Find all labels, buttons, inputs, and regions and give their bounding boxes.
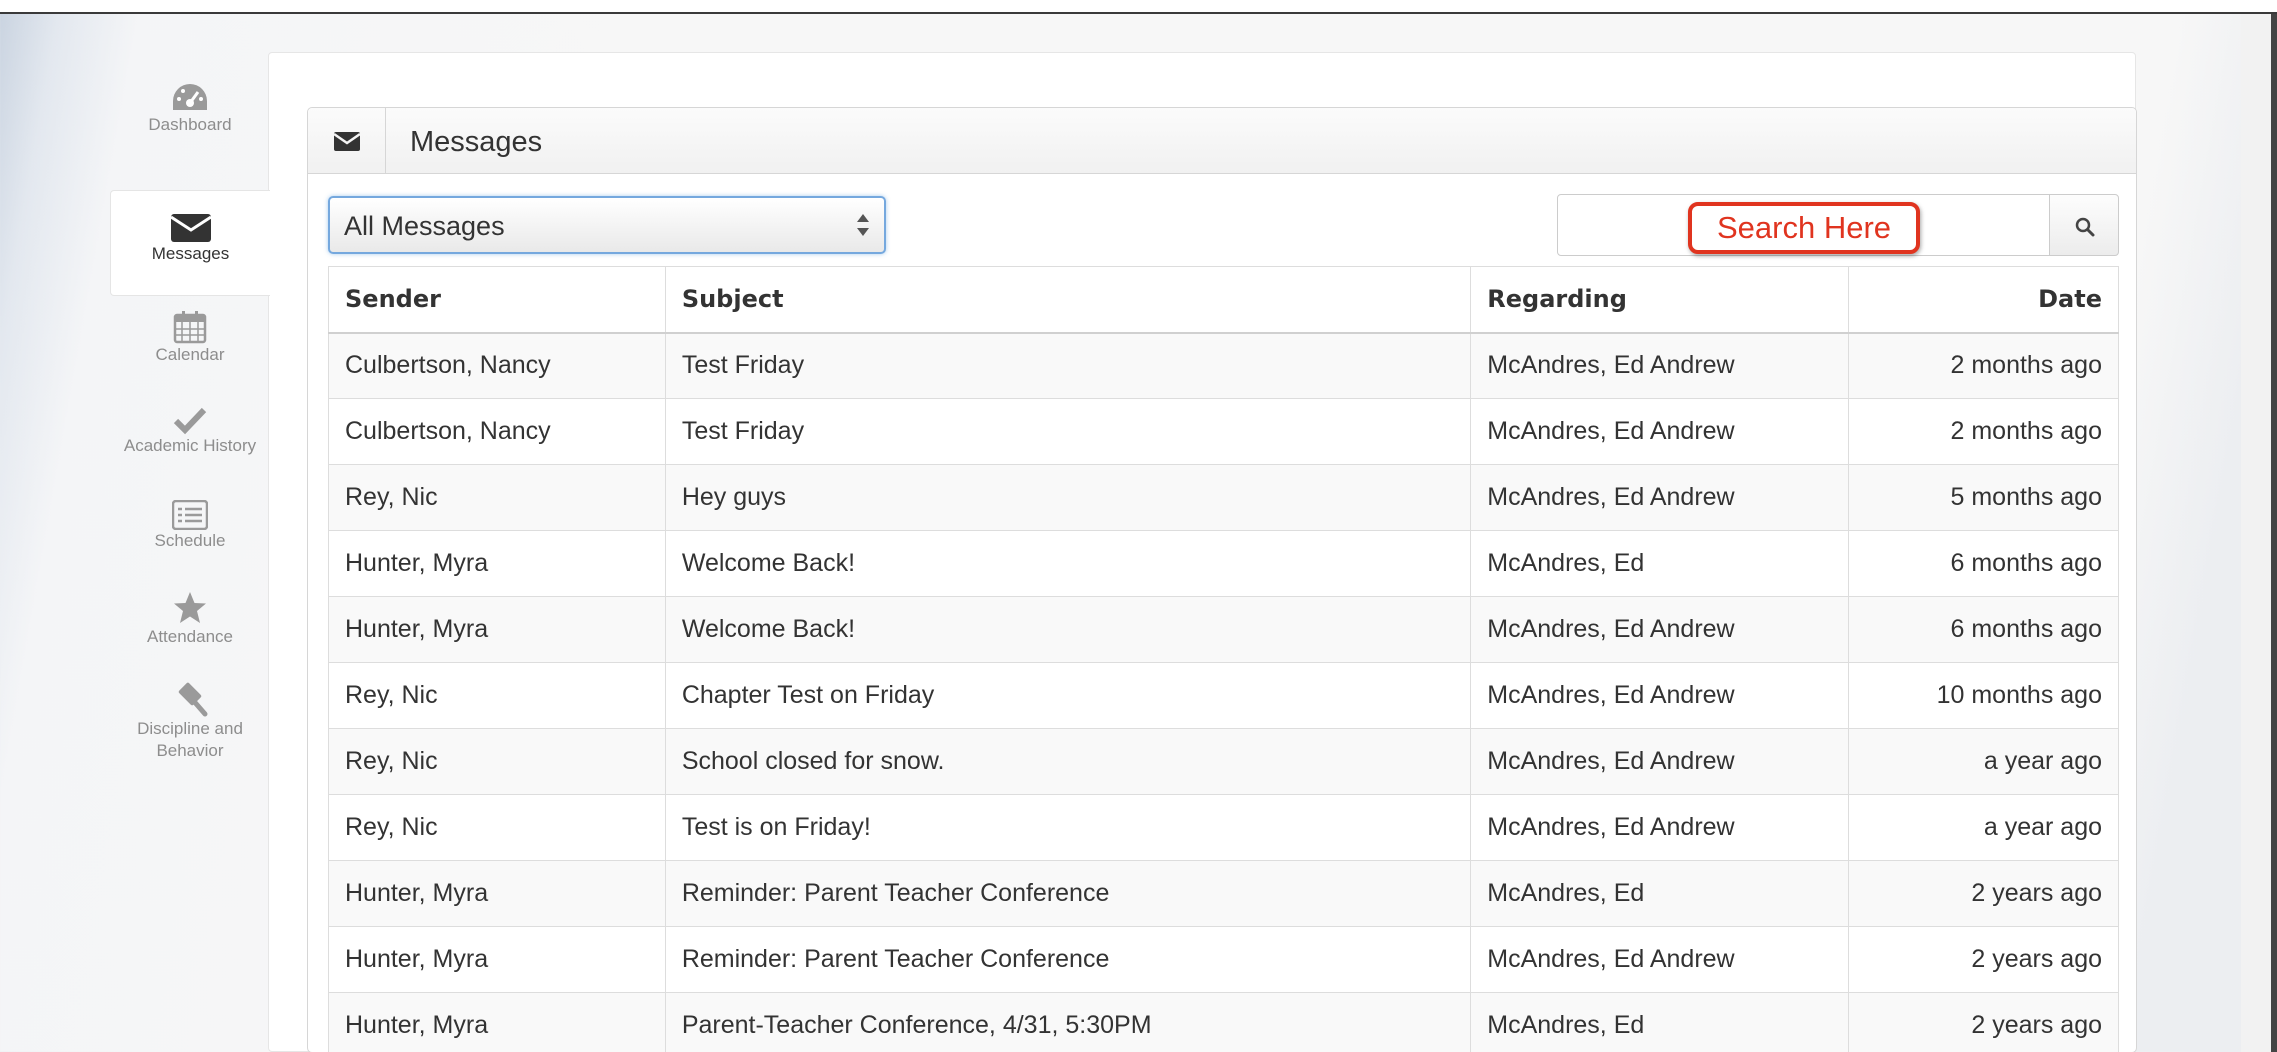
- right-edge: [2271, 14, 2277, 1052]
- cell-sender: Hunter, Myra: [328, 596, 666, 663]
- column-header-subject[interactable]: Subject: [664, 266, 1472, 334]
- cell-subject: Welcome Back!: [664, 596, 1472, 663]
- envelope-icon: [334, 132, 360, 151]
- cell-sender: Rey, Nic: [328, 728, 666, 795]
- column-header-sender[interactable]: Sender: [328, 266, 666, 334]
- panel-header-icon-box: [308, 108, 386, 174]
- table-row[interactable]: Rey, Nic School closed for snow. McAndres,…: [328, 728, 2119, 795]
- sidebar-item-attendance[interactable]: Attendance: [110, 590, 270, 680]
- cell-regarding: McAndres, Ed Andrew: [1470, 596, 1850, 663]
- column-header-date[interactable]: Date: [1848, 266, 2119, 334]
- panel-header: Messages: [308, 108, 2136, 174]
- cell-regarding: McAndres, Ed: [1470, 530, 1850, 597]
- table-row[interactable]: Hunter, Myra Parent-Teacher Conference, 4…: [328, 992, 2119, 1052]
- cell-sender: Hunter, Myra: [328, 992, 666, 1052]
- search-here-callout: Search Here: [1688, 202, 1920, 254]
- checkmark-icon: [173, 407, 207, 435]
- cell-subject: School closed for snow.: [664, 728, 1472, 795]
- gavel-icon: [178, 682, 208, 717]
- table-row[interactable]: Hunter, Myra Reminder: Parent Teacher Con…: [328, 860, 2119, 927]
- cell-regarding: McAndres, Ed Andrew: [1470, 728, 1850, 795]
- list-icon: [172, 500, 208, 530]
- calendar-icon: [173, 311, 207, 344]
- message-filter-value: All Messages: [344, 211, 505, 241]
- cell-regarding: McAndres, Ed Andrew: [1470, 794, 1850, 861]
- table-row[interactable]: Hunter, Myra Reminder: Parent Teacher Con…: [328, 926, 2119, 993]
- cell-sender: Culbertson, Nancy: [328, 332, 666, 399]
- cell-date: 2 years ago: [1848, 992, 2119, 1052]
- cell-date: 2 years ago: [1848, 926, 2119, 993]
- cell-sender: Rey, Nic: [328, 464, 666, 531]
- cell-date: 2 months ago: [1848, 398, 2119, 465]
- cell-sender: Hunter, Myra: [328, 926, 666, 993]
- sidebar-item-label: Calendar: [155, 345, 225, 364]
- cell-date: 6 months ago: [1848, 596, 2119, 663]
- cell-regarding: McAndres, Ed: [1470, 860, 1850, 927]
- message-filter-select[interactable]: All Messages: [328, 196, 886, 254]
- cell-subject: Test Friday: [664, 332, 1472, 399]
- cell-subject: Parent-Teacher Conference, 4/31, 5:30PM: [664, 992, 1472, 1052]
- cell-sender: Hunter, Myra: [328, 530, 666, 597]
- cell-subject: Reminder: Parent Teacher Conference: [664, 860, 1472, 927]
- table-row[interactable]: Culbertson, Nancy Test Friday McAndres, Ed…: [328, 332, 2119, 399]
- cell-subject: Test is on Friday!: [664, 794, 1472, 861]
- dashboard-icon: [173, 84, 207, 110]
- cell-regarding: McAndres, Ed Andrew: [1470, 332, 1850, 399]
- table-header-row: Sender Subject Regarding Date: [328, 266, 2119, 334]
- cell-regarding: McAndres, Ed Andrew: [1470, 398, 1850, 465]
- cell-date: 10 months ago: [1848, 662, 2119, 729]
- cell-subject: Test Friday: [664, 398, 1472, 465]
- cell-date: 5 months ago: [1848, 464, 2119, 531]
- cell-regarding: McAndres, Ed Andrew: [1470, 464, 1850, 531]
- select-arrows-icon: [857, 214, 869, 236]
- search-button[interactable]: [2049, 194, 2119, 256]
- cell-subject: Hey guys: [664, 464, 1472, 531]
- messages-table-body: Culbertson, Nancy Test Friday McAndres, Ed…: [328, 332, 2119, 1052]
- cell-regarding: McAndres, Ed Andrew: [1470, 662, 1850, 729]
- cell-date: a year ago: [1848, 794, 2119, 861]
- sidebar-item-label: Messages: [151, 244, 230, 263]
- cell-regarding: McAndres, Ed Andrew: [1470, 926, 1850, 993]
- cell-date: 6 months ago: [1848, 530, 2119, 597]
- table-row[interactable]: Hunter, Myra Welcome Back! McAndres, Ed 6 m…: [328, 530, 2119, 597]
- sidebar-item-messages[interactable]: Messages: [110, 190, 270, 296]
- cell-sender: Culbertson, Nancy: [328, 398, 666, 465]
- sidebar-item-label: Dashboard: [148, 115, 232, 134]
- cell-sender: Hunter, Myra: [328, 860, 666, 927]
- table-row[interactable]: Rey, Nic Chapter Test on Friday McAndres, …: [328, 662, 2119, 729]
- top-bar: [0, 0, 2277, 14]
- cell-subject: Welcome Back!: [664, 530, 1472, 597]
- sidebar-item-label: Attendance: [146, 627, 233, 646]
- star-icon: [174, 592, 206, 623]
- sidebar-item-calendar[interactable]: Calendar: [110, 310, 270, 400]
- sidebar-item-academic-history[interactable]: Academic History: [110, 405, 270, 495]
- cell-subject: Reminder: Parent Teacher Conference: [664, 926, 1472, 993]
- main-content: Messages All Messages Search Here Sender…: [268, 52, 2137, 1052]
- table-row[interactable]: Hunter, Myra Welcome Back! McAndres, Ed An…: [328, 596, 2119, 663]
- right-gutter: [2241, 14, 2271, 1052]
- cell-date: 2 years ago: [1848, 860, 2119, 927]
- sidebar-item-discipline-and-behavior[interactable]: Discipline and Behavior: [110, 682, 270, 802]
- column-header-regarding[interactable]: Regarding: [1470, 266, 1850, 334]
- messages-table: Sender Subject Regarding Date Culbertson…: [328, 266, 2119, 1052]
- cell-date: a year ago: [1848, 728, 2119, 795]
- table-row[interactable]: Culbertson, Nancy Test Friday McAndres, Ed…: [328, 398, 2119, 465]
- table-row[interactable]: Rey, Nic Hey guys McAndres, Ed Andrew 5 mon…: [328, 464, 2119, 531]
- cell-sender: Rey, Nic: [328, 662, 666, 729]
- cell-sender: Rey, Nic: [328, 794, 666, 861]
- envelope-icon: [169, 214, 212, 242]
- cell-subject: Chapter Test on Friday: [664, 662, 1472, 729]
- cell-regarding: McAndres, Ed: [1470, 992, 1850, 1052]
- sidebar-item-dashboard[interactable]: Dashboard: [110, 82, 270, 172]
- messages-panel: Messages All Messages Search Here Sender…: [307, 107, 2137, 1052]
- table-row[interactable]: Rey, Nic Test is on Friday! McAndres, Ed A…: [328, 794, 2119, 861]
- sidebar-item-label: Academic History: [123, 436, 257, 455]
- panel-title: Messages: [410, 126, 543, 158]
- sidebar-item-label-line2: Behavior: [156, 741, 224, 760]
- search-icon: [2075, 217, 2095, 237]
- cell-date: 2 months ago: [1848, 332, 2119, 399]
- sidebar-item-label: Discipline and: [137, 719, 243, 738]
- sidebar-item-label: Schedule: [154, 531, 226, 550]
- sidebar-item-schedule[interactable]: Schedule: [110, 500, 270, 590]
